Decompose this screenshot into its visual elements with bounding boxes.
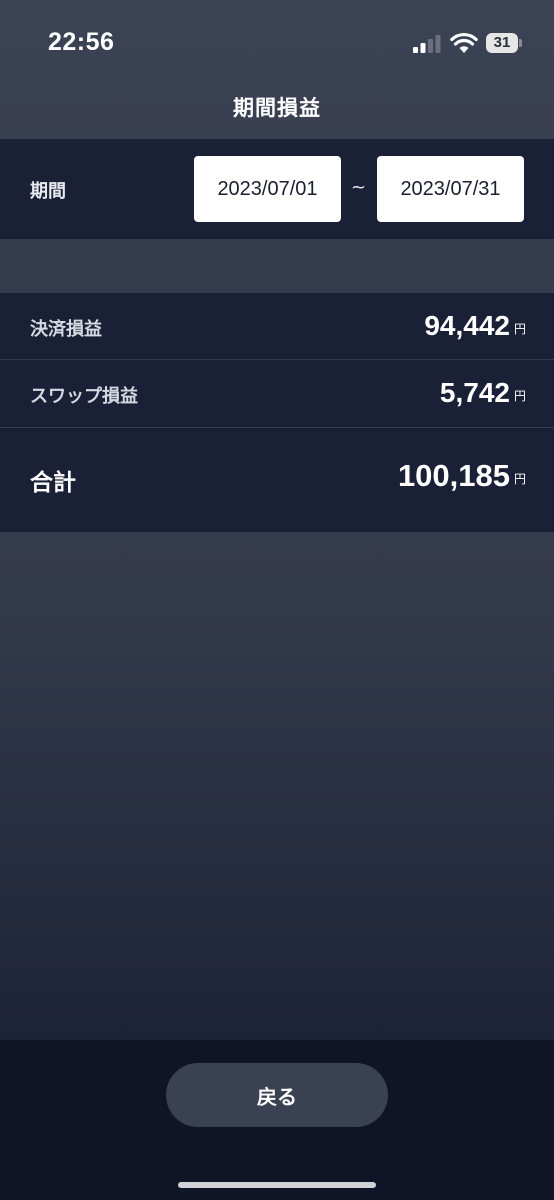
battery-level: 31 (486, 33, 518, 53)
battery-cap (519, 39, 522, 47)
wifi-icon (450, 32, 478, 53)
settlement-pl-label: 決済損益 (30, 319, 102, 340)
swap-pl-value: 5,742 (439, 377, 510, 408)
settlement-pl-unit: 円 (514, 322, 527, 336)
profit-loss-summary: 決済損益 94,442 円 スワップ損益 5,742 円 合計 100,185 … (0, 293, 554, 532)
settlement-pl-row: 決済損益 94,442 円 (0, 293, 554, 360)
total-label: 合計 (30, 470, 76, 496)
page-title: 期間損益 (233, 96, 321, 120)
date-range-separator: ~ (351, 177, 367, 198)
swap-pl-label: スワップ損益 (30, 386, 138, 407)
swap-pl-row: スワップ損益 5,742 円 (0, 360, 554, 428)
start-date-field[interactable]: 2023/07/01 (194, 156, 341, 222)
status-bar: 22:56 31 (0, 0, 554, 80)
section-divider (0, 239, 554, 293)
back-button[interactable]: 戻る (166, 1063, 388, 1127)
total-unit: 円 (514, 472, 527, 486)
settlement-pl-value: 94,442 (424, 310, 510, 341)
swap-pl-unit: 円 (514, 389, 527, 403)
total-row: 合計 100,185 円 (0, 428, 554, 532)
footer: 戻る (0, 1040, 554, 1200)
status-time: 22:56 (48, 28, 115, 56)
signal-icon (413, 35, 441, 53)
end-date-field[interactable]: 2023/07/31 (377, 156, 524, 222)
period-row: 期間 2023/07/01 ~ 2023/07/31 (0, 139, 554, 239)
total-value: 100,185 (397, 458, 510, 493)
battery-icon: 31 (486, 33, 522, 53)
period-label: 期間 (30, 181, 66, 202)
home-indicator[interactable] (178, 1182, 376, 1188)
